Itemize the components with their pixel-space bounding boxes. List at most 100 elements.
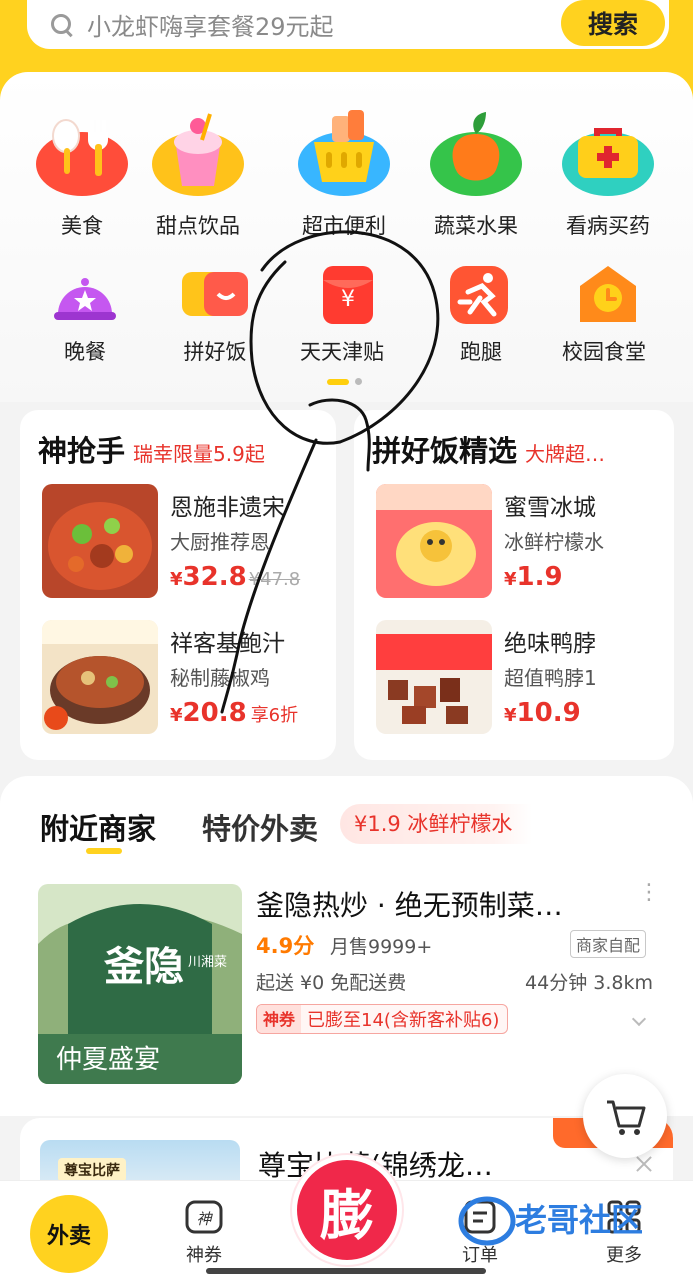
category-errand[interactable]: 跑腿 [446, 262, 516, 366]
pager-dot-active [327, 378, 349, 385]
coupon-tag: 神券 [257, 1005, 302, 1033]
deal-item-desc: 大厨推荐恩 [170, 530, 270, 554]
shop-image[interactable]: 釜隐 川湘菜 仲夏盛宴 [38, 884, 242, 1084]
search-button[interactable]: 搜索 [561, 0, 665, 46]
price-currency: ¥ [170, 569, 183, 590]
category-label: 跑腿 [460, 340, 502, 364]
nav-label: 神券 [186, 1245, 222, 1266]
category-label: 拼好饭 [183, 340, 247, 364]
price-currency: ¥ [504, 705, 517, 726]
category-label: 超市便利 [302, 214, 386, 238]
discount-tag: 享6折 [250, 705, 299, 726]
price-value: 20.8 [182, 698, 247, 728]
category-dessert[interactable]: 甜点饮品 [150, 106, 246, 240]
cart-button[interactable] [583, 1074, 667, 1158]
shop-image-subtitle: 川湘菜 [188, 955, 227, 970]
category-supermarket[interactable]: 超市便利 [296, 106, 392, 240]
deal-item[interactable]: 蜜雪冰城 冰鲜柠檬水 ¥1.9 [376, 484, 666, 602]
tab-nearby[interactable]: 附近商家 [40, 806, 156, 848]
home-indicator [206, 1268, 486, 1274]
deal-title: 拼好饭精选 [372, 434, 518, 468]
category-label: 看病买药 [566, 214, 650, 238]
price-value: 1.9 [516, 562, 563, 592]
category-label: 校园食堂 [562, 340, 646, 364]
coupon-icon: 神 [185, 1200, 223, 1234]
deal-item-image [376, 484, 492, 598]
deal-item-desc: 秘制藤椒鸡 [170, 666, 270, 690]
deal-subtitle[interactable]: 瑞幸限量5.9起 [133, 438, 265, 467]
chevron-down-icon[interactable] [631, 1011, 647, 1027]
deal-item-name: 绝味鸭脖 [504, 631, 596, 657]
search-bar[interactable]: 小龙虾嗨享套餐29元起 搜索 [24, 0, 672, 52]
shop-fee: 起送 ¥0 免配送费 [256, 972, 407, 994]
category-label: 蔬菜水果 [434, 214, 518, 238]
category-dinner[interactable]: 晚餐 [50, 262, 120, 366]
fruit-icon [428, 106, 524, 202]
dinner-cloche-icon [50, 262, 120, 328]
tab-special-offer[interactable]: 特价外卖 [202, 806, 318, 848]
more-options-icon[interactable]: ⋮ [638, 882, 660, 904]
promo-pill[interactable]: ¥1.9 冰鲜柠檬水 [340, 804, 533, 844]
deal-item-name: 蜜雪冰城 [504, 495, 596, 521]
shop-name[interactable]: 釜隐热炒 · 绝无预制菜… [256, 884, 563, 924]
nav-takeout[interactable]: 外卖 [30, 1195, 108, 1273]
price-currency: ¥ [170, 705, 183, 726]
deal-title: 神抢手 [38, 434, 126, 468]
deal-item-price: ¥10.9 [504, 698, 581, 728]
coupon-icon-text: 神 [196, 1210, 213, 1228]
deal-item-desc: 冰鲜柠檬水 [504, 530, 604, 554]
search-icon [51, 13, 73, 36]
coupon-badge[interactable]: 神券 已膨至14(含新客补贴6) [256, 1004, 509, 1034]
category-fruit[interactable]: 蔬菜水果 [428, 106, 524, 240]
deal-card-left[interactable]: 神抢手 瑞幸限量5.9起 恩施非遗宋 大厨推荐恩 ¥32.8 ¥47.8 祥客基… [20, 410, 336, 760]
price-original: ¥47.8 [248, 569, 301, 590]
deal-item[interactable]: 祥客基鲍汁 秘制藤椒鸡 ¥20.8 享6折 [42, 620, 332, 738]
deal-item-image [376, 620, 492, 734]
deal-item-image [42, 620, 158, 734]
category-daily-subsidy[interactable]: ¥ 天天津贴 [300, 262, 384, 366]
shop-image-caption: 仲夏盛宴 [56, 1045, 160, 1075]
deal-item-desc: 超值鸭脖1 [504, 666, 597, 690]
nearby-section: 附近商家 特价外卖 ¥1.9 冰鲜柠檬水 釜隐 川湘菜 仲夏盛宴 釜隐热炒 · … [0, 776, 693, 1116]
deal-card-right[interactable]: 拼好饭精选 大牌超… 蜜雪冰城 冰鲜柠檬水 ¥1.9 绝味鸭脖 超值鸭脖1 ¥1… [354, 410, 674, 760]
price-value: 10.9 [516, 698, 581, 728]
runner-icon [446, 262, 516, 328]
category-label: 甜点饮品 [156, 214, 240, 238]
shop-rating: 4.9分 [256, 934, 315, 958]
price-currency: ¥ [504, 569, 517, 590]
campus-canteen-icon [574, 262, 644, 328]
dessert-cup-icon [150, 106, 246, 202]
nav-coupon[interactable]: 神 神券 [184, 1197, 224, 1267]
watermark-logo: 老哥社区 [455, 1185, 685, 1255]
delivery-badge: 商家自配 [570, 930, 647, 958]
red-envelope-icon: ¥ [313, 262, 383, 328]
category-label: 美食 [61, 214, 103, 238]
deal-item[interactable]: 恩施非遗宋 大厨推荐恩 ¥32.8 ¥47.8 [42, 484, 332, 602]
category-food[interactable]: 美食 [34, 106, 130, 240]
deal-item-name: 祥客基鲍汁 [170, 631, 285, 657]
deal-item-name: 恩施非遗宋 [170, 495, 285, 521]
category-label: 晚餐 [64, 340, 106, 364]
pager-dot [355, 378, 362, 385]
shop-distance: 44分钟 3.8km [525, 972, 653, 994]
deal-item-price: ¥32.8 ¥47.8 [170, 562, 300, 592]
coupon-text: 已膨至14(含新客补贴6) [307, 1010, 500, 1031]
shopping-basket-icon [296, 106, 392, 202]
watermark-text: 老哥社区 [515, 1201, 643, 1239]
nav-peng-button[interactable]: 膨 [292, 1155, 402, 1265]
shop-image-title: 釜隐 [103, 943, 184, 990]
category-pharmacy[interactable]: 看病买药 [560, 106, 656, 240]
category-pager [327, 378, 362, 385]
price-value: 32.8 [182, 562, 247, 592]
tab-underline [86, 848, 122, 854]
category-group-meal[interactable]: 拼好饭 [180, 262, 250, 366]
tableware-icon [34, 106, 130, 202]
deal-item-image [42, 484, 158, 598]
deal-item[interactable]: 绝味鸭脖 超值鸭脖1 ¥10.9 [376, 620, 666, 738]
category-label: 天天津贴 [300, 340, 384, 364]
shop-sales: 月售9999+ [330, 936, 433, 958]
deal-subtitle[interactable]: 大牌超… [525, 438, 605, 467]
shop2-image-label: 尊宝比萨 [58, 1158, 126, 1182]
medicine-box-icon [560, 106, 656, 202]
category-campus-canteen[interactable]: 校园食堂 [562, 262, 646, 366]
